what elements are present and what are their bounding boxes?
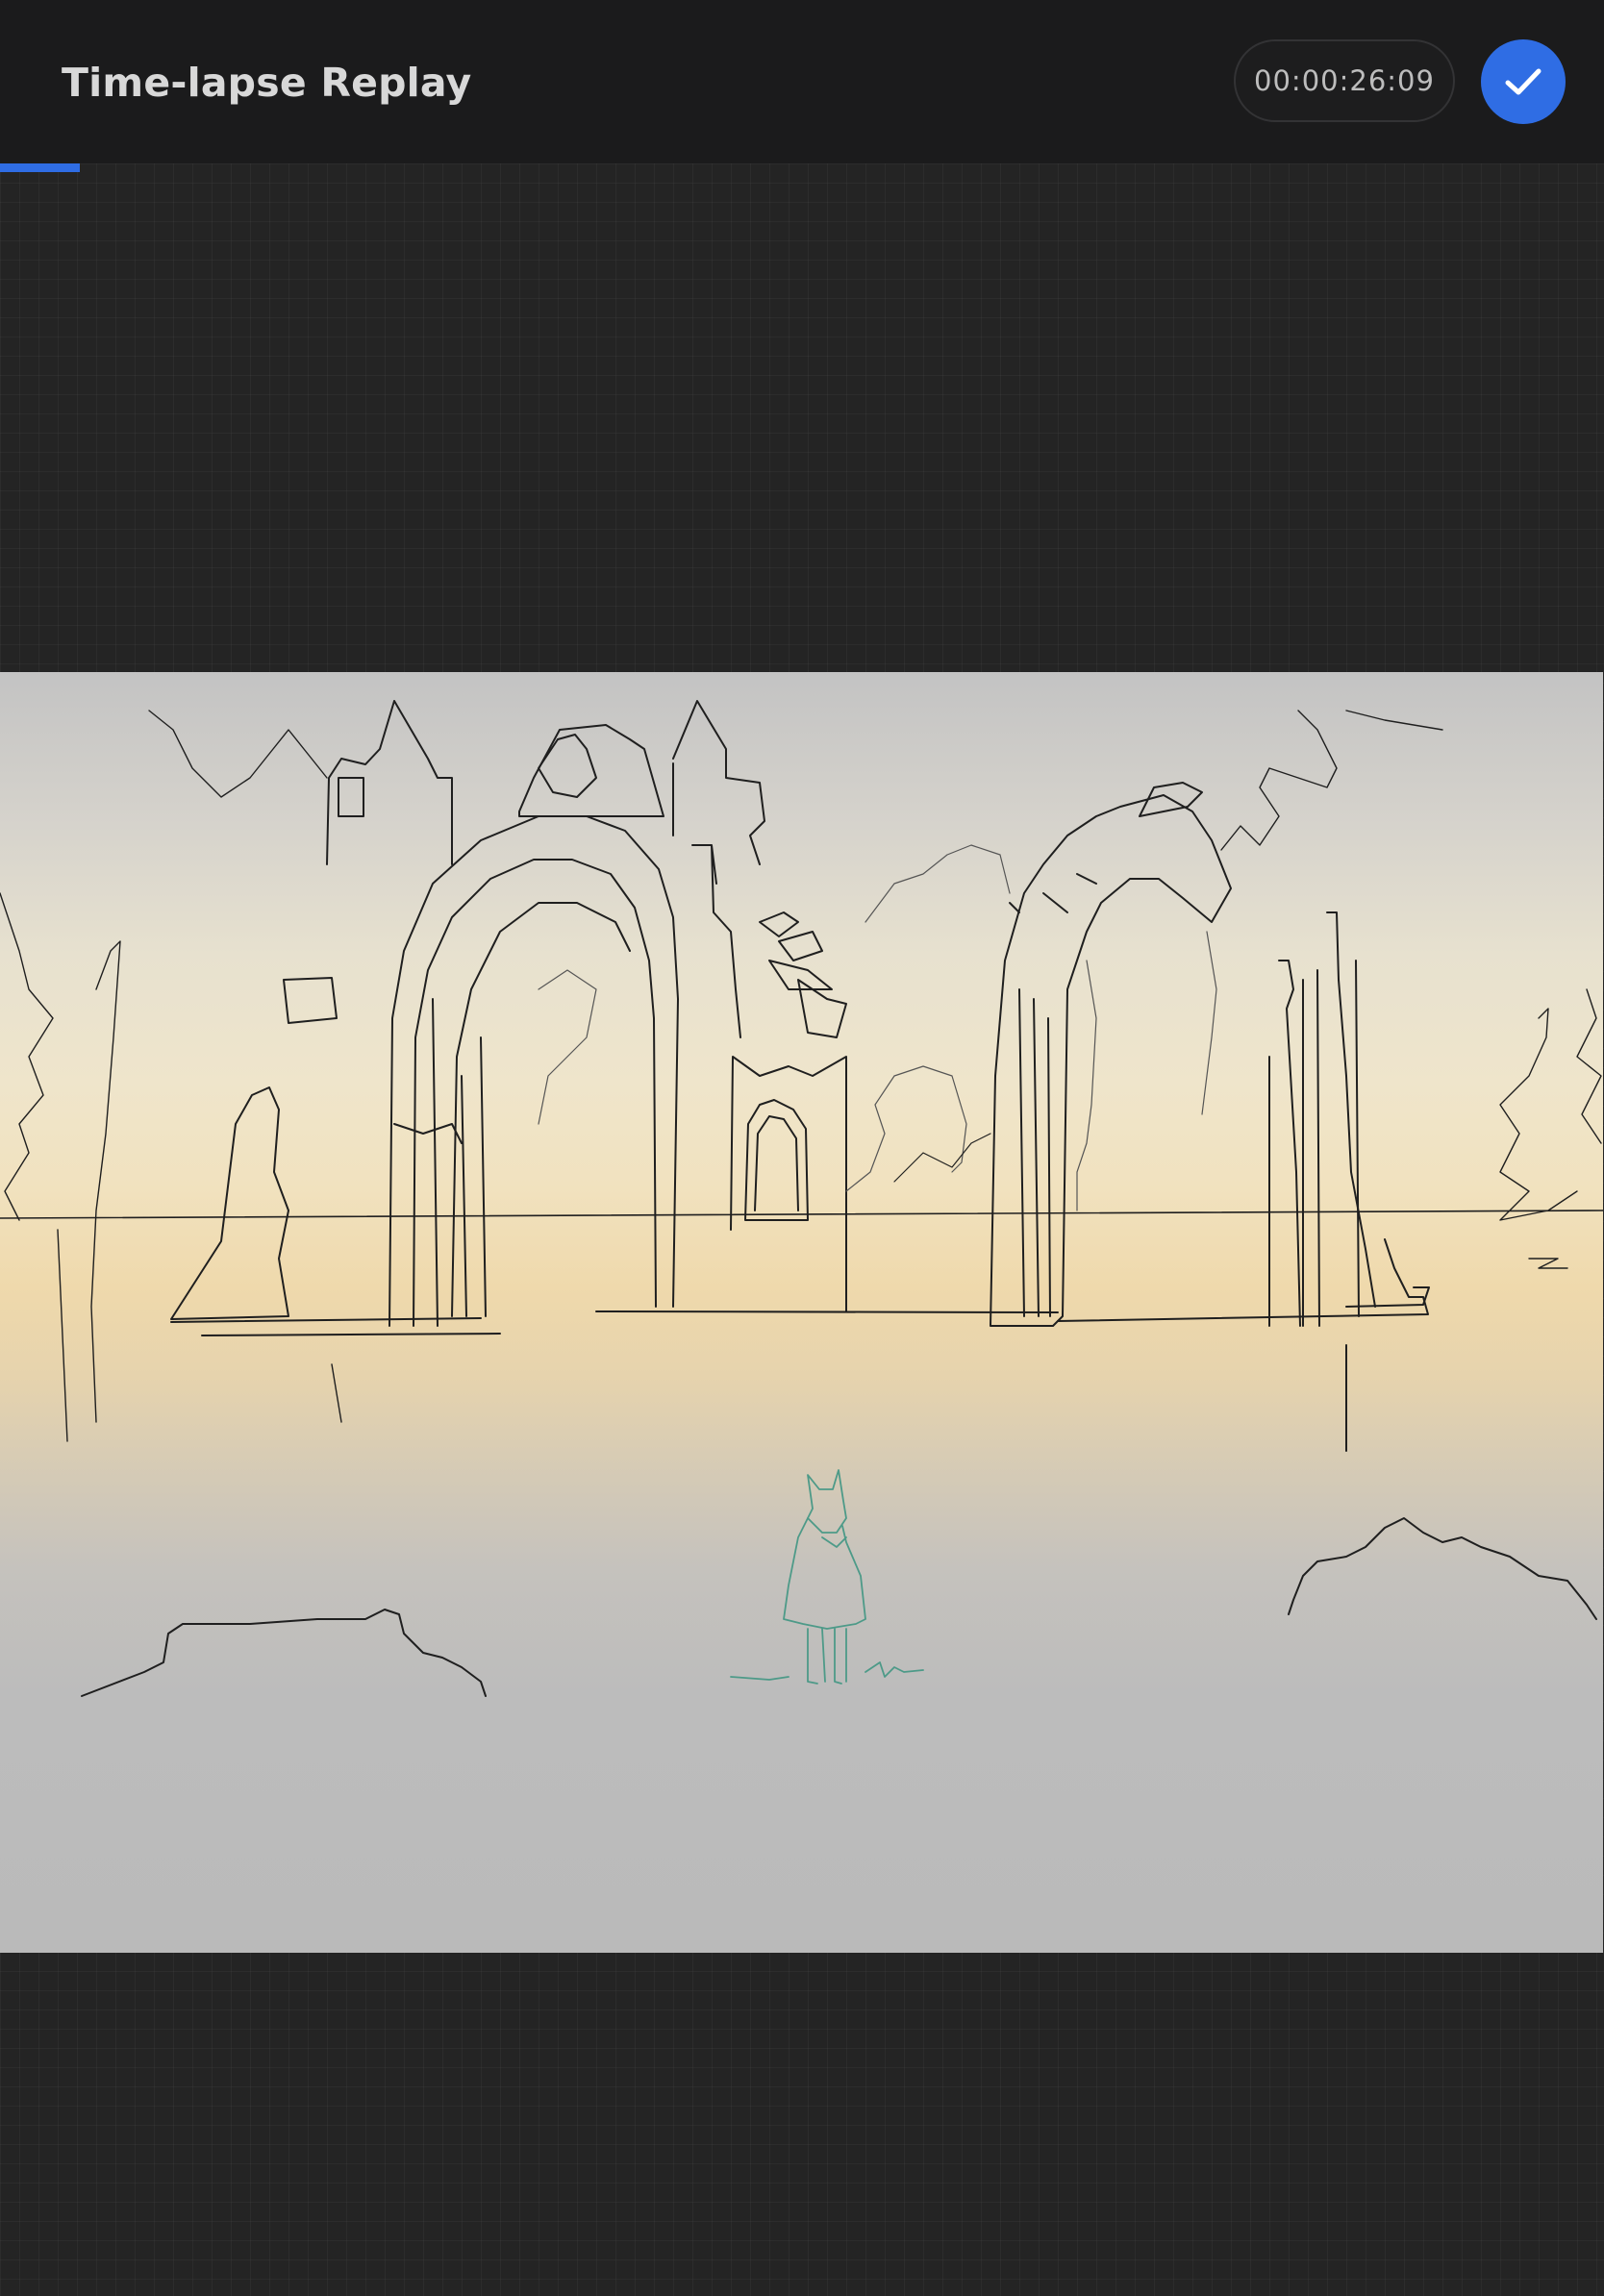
top-bar: Time-lapse Replay 00:00:26:09: [0, 0, 1604, 163]
horizon-line: [0, 1210, 1603, 1219]
canvas-stage: [0, 163, 1604, 2296]
checkmark-icon: [1505, 68, 1541, 95]
replay-progress-fill: [0, 163, 81, 172]
right-rock: [1288, 1517, 1597, 1620]
artwork-canvas: [0, 672, 1603, 1953]
page-title: Time-lapse Replay: [62, 60, 472, 106]
sketch-artwork: [0, 700, 1603, 1697]
left-rock: [81, 1609, 487, 1697]
timecode-display: 00:00:26:09: [1234, 39, 1455, 122]
replay-progress-bar[interactable]: [0, 163, 1604, 172]
figure-sketch: [730, 1469, 924, 1685]
done-button[interactable]: [1481, 39, 1566, 124]
